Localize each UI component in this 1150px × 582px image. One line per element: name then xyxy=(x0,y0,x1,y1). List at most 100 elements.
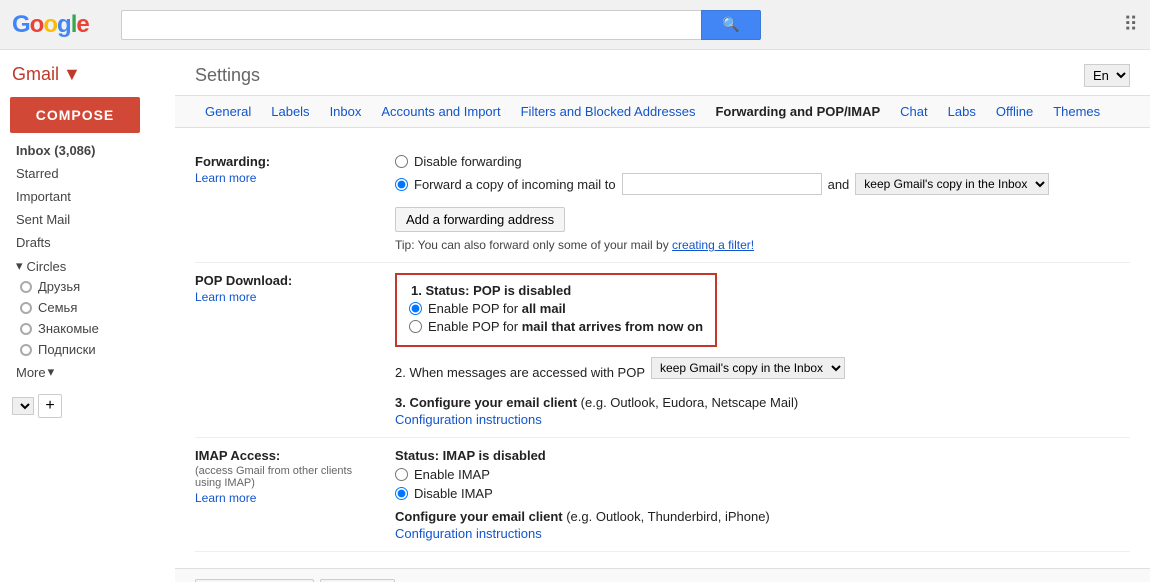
forwarding-row: Forwarding: Learn more Disable forwardin… xyxy=(195,144,1130,263)
grid-icon[interactable]: ⠿ xyxy=(1123,14,1138,36)
pop-enable-now-label: Enable POP for mail that arrives from no… xyxy=(428,319,703,334)
sidebar-more-button[interactable]: More ▾ xyxy=(0,360,175,384)
creating-filter-link[interactable]: creating a filter! xyxy=(672,238,754,252)
sidebar-item-starred[interactable]: Starred xyxy=(0,162,175,185)
gmail-dropdown-icon: ▼ xyxy=(63,64,81,85)
disable-forwarding-label: Disable forwarding xyxy=(414,154,522,169)
add-circle-button[interactable]: + xyxy=(38,394,62,418)
circle-radio-icon xyxy=(20,302,32,314)
pop-configure-label: 3. Configure your email client xyxy=(395,395,577,410)
tab-forwarding[interactable]: Forwarding and POP/IMAP xyxy=(705,96,890,127)
sidebar-item-subscriptions[interactable]: Подписки xyxy=(0,339,175,360)
sidebar-item-inbox[interactable]: Inbox (3,086) xyxy=(0,139,175,162)
pop-configure-row: 3. Configure your email client (e.g. Out… xyxy=(395,395,1130,427)
settings-body: Forwarding: Learn more Disable forwardin… xyxy=(175,128,1150,568)
pop-label-col: POP Download: Learn more xyxy=(195,273,375,427)
forwarding-learn-more[interactable]: Learn more xyxy=(195,171,375,185)
forwarding-label-col: Forwarding: Learn more xyxy=(195,154,375,252)
pop-when-row: 2. When messages are accessed with POP k… xyxy=(395,357,1130,387)
tab-themes[interactable]: Themes xyxy=(1043,96,1110,127)
top-bar: Google 🔍 ⠿ xyxy=(0,0,1150,50)
forward-action-select[interactable]: keep Gmail's copy in the Inbox xyxy=(855,173,1049,195)
circle-acquaintances-label: Знакомые xyxy=(38,321,99,336)
search-bar: 🔍 xyxy=(121,10,761,40)
page-title: Settings xyxy=(195,65,260,86)
forwarding-label: Forwarding: xyxy=(195,154,270,169)
pop-status-text: 1. Status: POP is disabled xyxy=(411,283,571,298)
imap-configure-label: Configure your email client xyxy=(395,509,563,524)
sidebar-item-acquaintances[interactable]: Знакомые xyxy=(0,318,175,339)
sidebar-bottom-select[interactable] xyxy=(12,397,34,415)
tab-offline[interactable]: Offline xyxy=(986,96,1043,127)
imap-label: IMAP Access: xyxy=(195,448,280,463)
pop-content: 1. Status: POP is disabled Enable POP fo… xyxy=(395,273,1130,427)
tab-labs[interactable]: Labs xyxy=(938,96,986,127)
tab-accounts[interactable]: Accounts and Import xyxy=(371,96,510,127)
top-right-area: ⠿ xyxy=(1123,12,1138,37)
imap-content: Status: IMAP is disabled Enable IMAP Dis… xyxy=(395,448,1130,541)
imap-enable-radio[interactable] xyxy=(395,468,408,481)
forward-copy-radio[interactable] xyxy=(395,178,408,191)
imap-enable-label: Enable IMAP xyxy=(414,467,490,482)
main-layout: Gmail ▼ COMPOSE Inbox (3,086) Starred Im… xyxy=(0,50,1150,582)
sidebar: Gmail ▼ COMPOSE Inbox (3,086) Starred Im… xyxy=(0,50,175,582)
pop-learn-more[interactable]: Learn more xyxy=(195,290,375,304)
compose-button[interactable]: COMPOSE xyxy=(10,97,140,133)
search-button[interactable]: 🔍 xyxy=(701,10,761,40)
sidebar-item-important[interactable]: Important xyxy=(0,185,175,208)
pop-enable-all-radio[interactable] xyxy=(409,302,422,315)
circle-friends-label: Друзья xyxy=(38,279,80,294)
pop-when-label: 2. When messages are accessed with POP xyxy=(395,365,645,380)
more-arrow-icon: ▾ xyxy=(48,364,55,380)
sidebar-item-friends[interactable]: Друзья xyxy=(0,276,175,297)
sidebar-item-drafts[interactable]: Drafts xyxy=(0,231,175,254)
forward-address-input[interactable] xyxy=(622,173,822,195)
tab-inbox[interactable]: Inbox xyxy=(320,96,372,127)
tab-filters[interactable]: Filters and Blocked Addresses xyxy=(511,96,706,127)
add-forwarding-btn-row: Add a forwarding address xyxy=(395,199,1130,232)
content-header: Settings En xyxy=(175,50,1150,96)
circles-arrow: ▾ xyxy=(16,258,23,274)
add-forwarding-button[interactable]: Add a forwarding address xyxy=(395,207,565,232)
circle-radio-icon xyxy=(20,323,32,335)
pop-enable-now-radio[interactable] xyxy=(409,320,422,333)
circle-radio-icon xyxy=(20,281,32,293)
disable-forwarding-radio[interactable] xyxy=(395,155,408,168)
gmail-label[interactable]: Gmail ▼ xyxy=(0,58,175,91)
pop-label: POP Download: xyxy=(195,273,292,288)
imap-disable-label: Disable IMAP xyxy=(414,486,493,501)
sidebar-item-family[interactable]: Семья xyxy=(0,297,175,318)
language-dropdown[interactable]: En xyxy=(1084,64,1130,87)
imap-enable-row: Enable IMAP xyxy=(395,467,1130,482)
tab-general[interactable]: General xyxy=(195,96,261,127)
imap-disable-radio[interactable] xyxy=(395,487,408,500)
forwarding-content: Disable forwarding Forward a copy of inc… xyxy=(395,154,1130,252)
pop-when-select[interactable]: keep Gmail's copy in the Inbox xyxy=(651,357,845,379)
tab-chat[interactable]: Chat xyxy=(890,96,937,127)
pop-enable-all-label: Enable POP for all mail xyxy=(428,301,566,316)
pop-status-row: 1. Status: POP is disabled xyxy=(409,283,703,298)
tab-labels[interactable]: Labels xyxy=(261,96,319,127)
forward-copy-label: Forward a copy of incoming mail to xyxy=(414,177,616,192)
imap-configure-row: Configure your email client (e.g. Outloo… xyxy=(395,509,1130,541)
search-input[interactable] xyxy=(121,10,701,40)
pop-status-box: 1. Status: POP is disabled Enable POP fo… xyxy=(395,273,717,347)
pop-config-instructions-link[interactable]: Configuration instructions xyxy=(395,412,1130,427)
settings-nav: General Labels Inbox Accounts and Import… xyxy=(175,96,1150,128)
language-selector: En xyxy=(1084,64,1130,87)
sidebar-section-circles[interactable]: ▾ Circles xyxy=(0,254,175,276)
imap-row: IMAP Access: (access Gmail from other cl… xyxy=(195,438,1130,552)
footer-bar: Save Changes Cancel xyxy=(175,568,1150,582)
more-label: More xyxy=(16,365,46,380)
tip-text-label: Tip: You can also forward only some of y… xyxy=(395,238,669,252)
imap-config-instructions-link[interactable]: Configuration instructions xyxy=(395,526,1130,541)
pop-enable-now-row: Enable POP for mail that arrives from no… xyxy=(409,319,703,334)
imap-label-col: IMAP Access: (access Gmail from other cl… xyxy=(195,448,375,541)
imap-status-text: Status: IMAP is disabled xyxy=(395,448,1130,463)
sidebar-item-sent[interactable]: Sent Mail xyxy=(0,208,175,231)
imap-disable-row: Disable IMAP xyxy=(395,486,1130,501)
imap-sub-label: (access Gmail from other clients using I… xyxy=(195,465,375,489)
circle-radio-icon xyxy=(20,344,32,356)
imap-learn-more[interactable]: Learn more xyxy=(195,491,375,505)
pop-row: POP Download: Learn more 1. Status: POP … xyxy=(195,263,1130,438)
